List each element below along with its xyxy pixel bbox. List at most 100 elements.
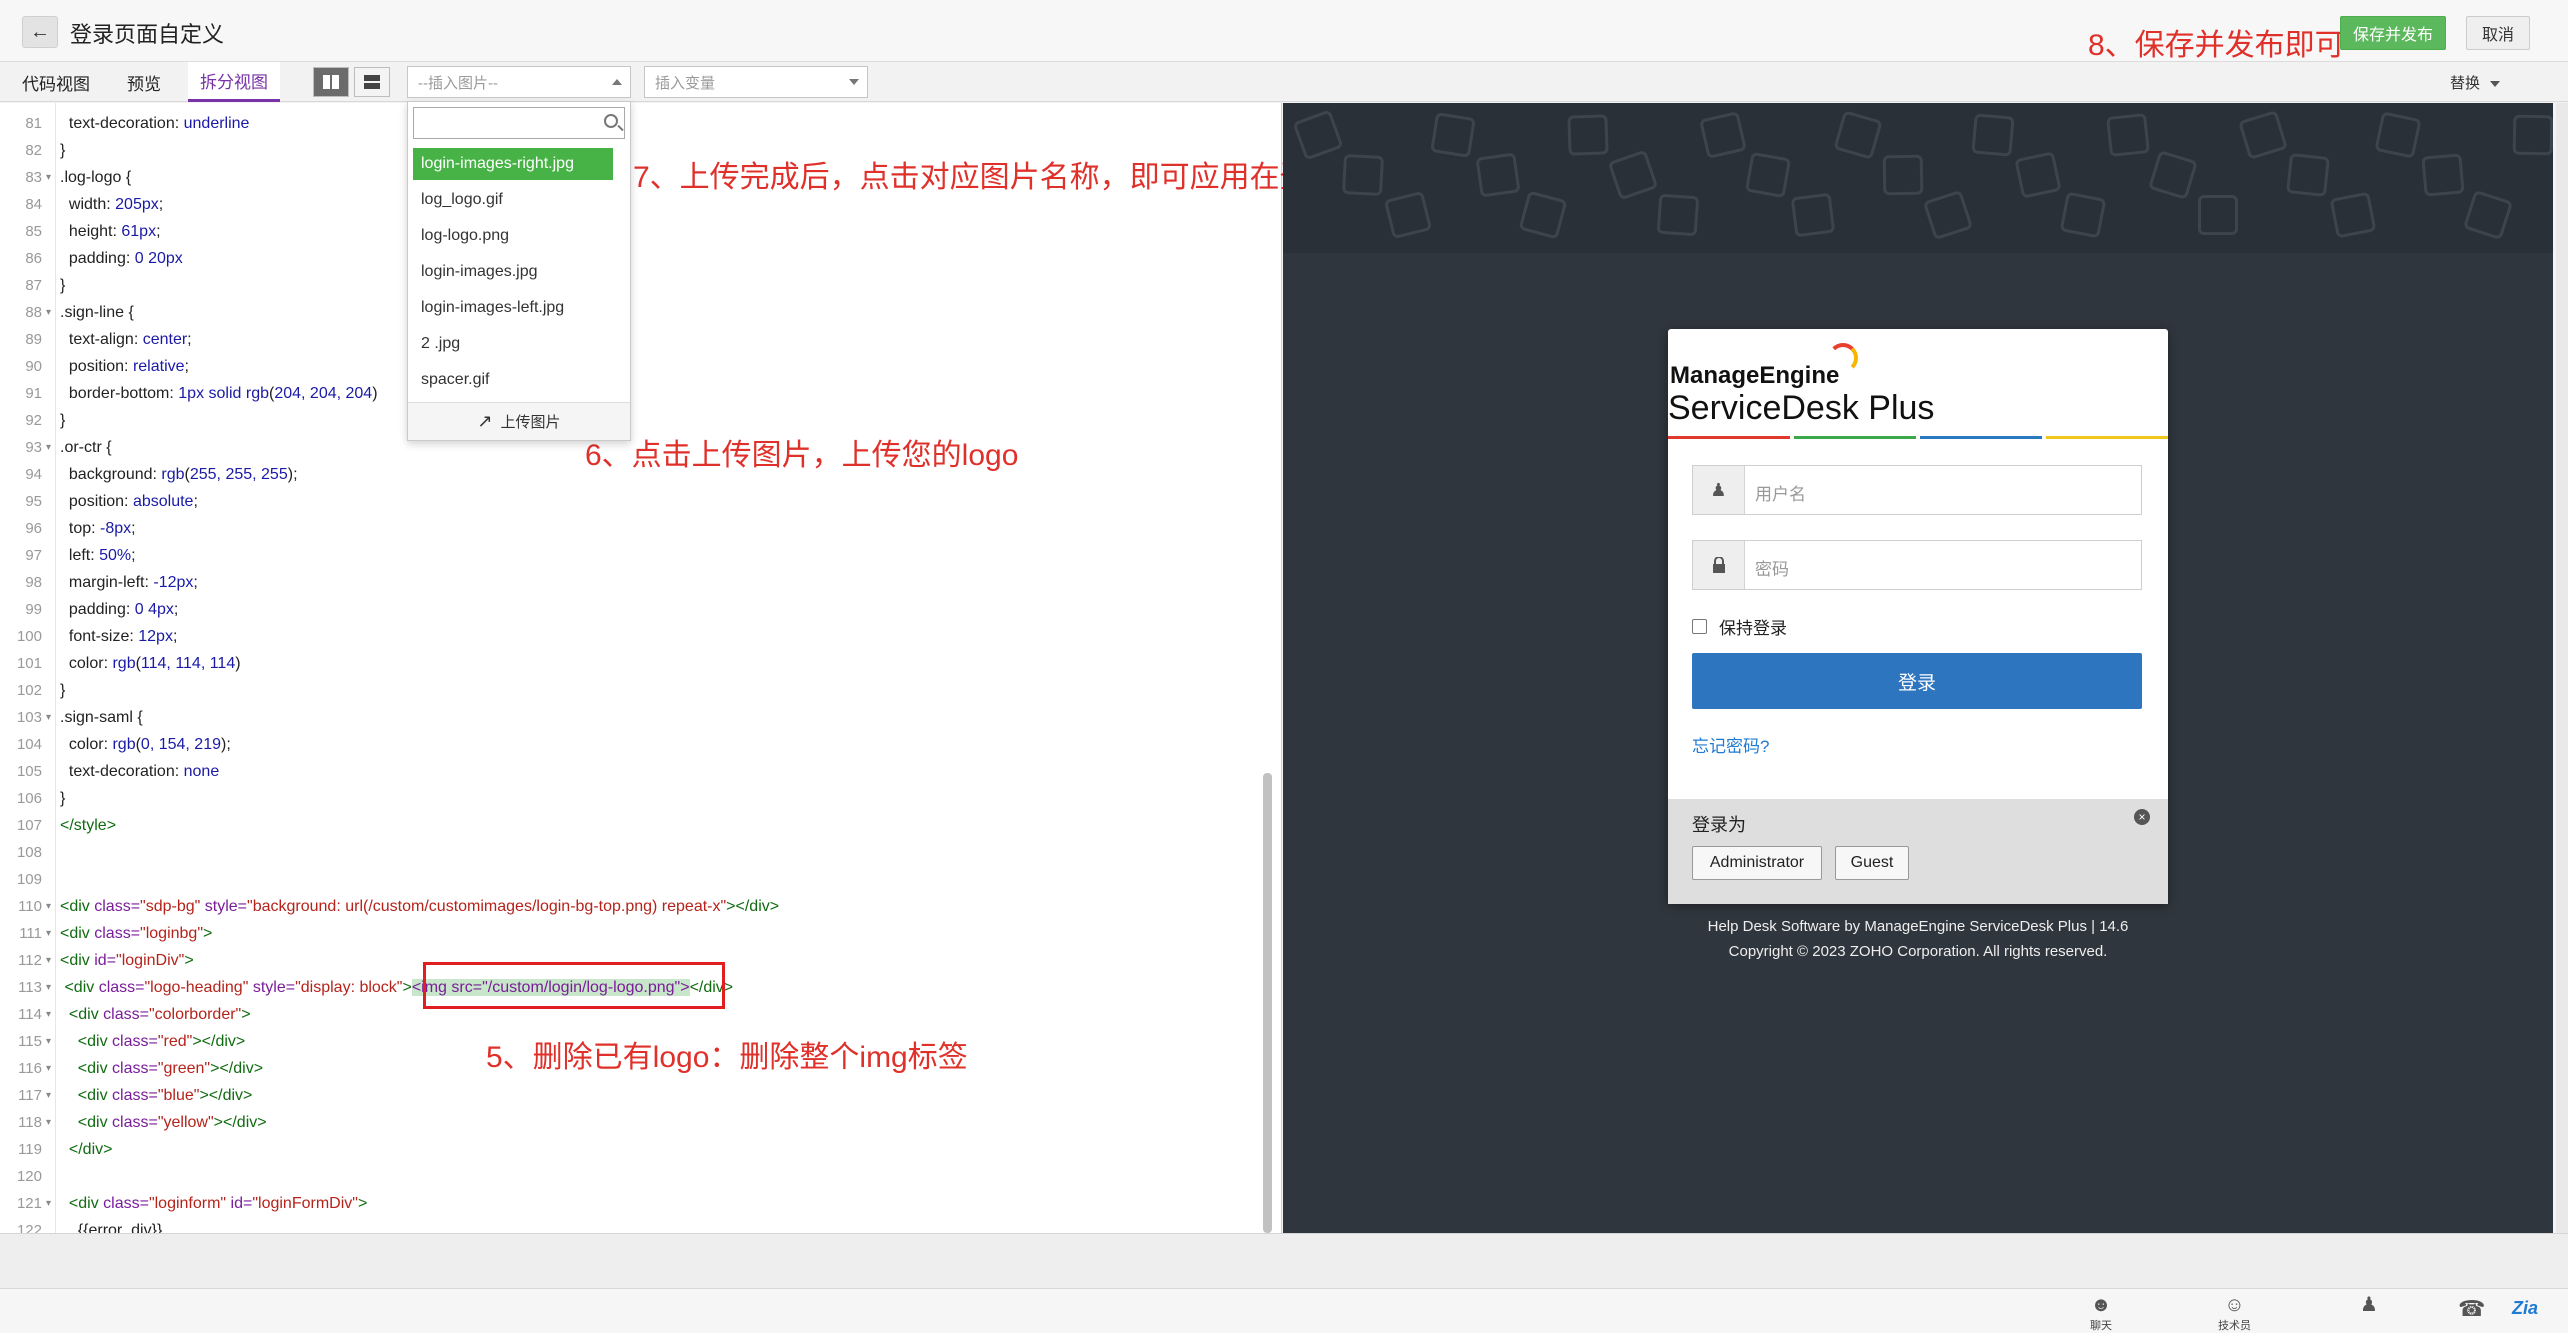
editor-scrollbar[interactable]: [1263, 773, 1272, 1233]
code-line[interactable]: 122 {{error_div}}: [0, 1217, 1262, 1233]
fold-toggle-icon[interactable]: ▾: [46, 974, 51, 1001]
code-line[interactable]: 118 ▾ <div class="yellow"></div>: [0, 1109, 1262, 1136]
code-line[interactable]: 119 </div>: [0, 1136, 1262, 1163]
code-text: <div class="yellow"></div>: [60, 1109, 267, 1136]
code-line[interactable]: 121 ▾ <div class="loginform" id="loginFor…: [0, 1190, 1262, 1217]
code-line[interactable]: 87}: [0, 272, 1262, 299]
code-line[interactable]: 88 ▾ .sign-line {: [0, 299, 1262, 326]
tab-preview[interactable]: 预览: [115, 62, 173, 102]
split-vertical-toggle[interactable]: [313, 67, 349, 97]
image-option[interactable]: spacer.gif: [413, 364, 613, 396]
code-token: class=: [94, 898, 141, 915]
image-option[interactable]: login-images-right.jpg: [413, 148, 613, 180]
fold-toggle-icon[interactable]: ▾: [46, 434, 51, 461]
annotation-step6: 6、点击上传图片，上传您的logo: [585, 439, 1019, 472]
code-line[interactable]: 103 ▾ .sign-saml {: [0, 704, 1262, 731]
caret-down-icon: [849, 79, 859, 85]
remember-checkbox[interactable]: [1692, 619, 1707, 634]
code-token: absolute: [132, 493, 194, 510]
image-search-input[interactable]: [413, 107, 625, 139]
image-option[interactable]: log-logo.png: [413, 220, 613, 252]
code-line[interactable]: 101 color: rgb(114, 114, 114): [0, 650, 1262, 677]
code-line[interactable]: 108: [0, 839, 1262, 866]
fold-toggle-icon[interactable]: ▾: [46, 1001, 51, 1028]
fold-toggle-icon[interactable]: ▾: [46, 1190, 51, 1217]
code-line[interactable]: 85 height: 61px;: [0, 218, 1262, 245]
code-line[interactable]: 100 font-size: 12px;: [0, 623, 1262, 650]
replace-menu[interactable]: 替换: [2450, 72, 2501, 93]
code-line[interactable]: 95 position: absolute;: [0, 488, 1262, 515]
code-line[interactable]: 106}: [0, 785, 1262, 812]
code-line[interactable]: 96 top: -8px;: [0, 515, 1262, 542]
zia-button[interactable]: Zia: [2512, 1298, 2538, 1319]
fold-toggle-icon[interactable]: ▾: [46, 947, 51, 974]
code-text: <div class="loginbg">: [60, 920, 212, 947]
forgot-password-link[interactable]: 忘记密码?: [1692, 732, 1769, 757]
fold-toggle-icon[interactable]: ▾: [46, 893, 51, 920]
image-option[interactable]: login-images.jpg: [413, 256, 613, 288]
code-line[interactable]: 120: [0, 1163, 1262, 1190]
phone-icon[interactable]: ☎: [2458, 1296, 2485, 1322]
image-option[interactable]: login-images-left.jpg: [413, 292, 613, 324]
code-line[interactable]: 90 position: relative;: [0, 353, 1262, 380]
fold-toggle-icon[interactable]: ▾: [46, 299, 51, 326]
cancel-button[interactable]: 取消: [2466, 16, 2530, 50]
code-line[interactable]: 81 text-decoration: underline: [0, 110, 1262, 137]
login-button[interactable]: 登录: [1692, 653, 2142, 709]
fold-toggle-icon[interactable]: ▾: [46, 920, 51, 947]
code-line[interactable]: 111 ▾ <div class="loginbg">: [0, 920, 1262, 947]
code-line[interactable]: 89 text-align: center;: [0, 326, 1262, 353]
code-line[interactable]: 105 text-decoration: none: [0, 758, 1262, 785]
code-line[interactable]: 86 padding: 0 20px: [0, 245, 1262, 272]
username-field[interactable]: ♟ 用户名: [1692, 465, 2142, 515]
login-as-guest[interactable]: Guest: [1835, 846, 1909, 880]
line-number: 105: [16, 763, 42, 780]
status-chat-label: 聊天: [2090, 1320, 2112, 1332]
fold-toggle-icon[interactable]: ▾: [46, 1109, 51, 1136]
code-line[interactable]: 91 border-bottom: 1px solid rgb(204, 204…: [0, 380, 1262, 407]
line-number: 97: [25, 547, 42, 564]
password-field[interactable]: 密码: [1692, 540, 2142, 590]
image-option[interactable]: log_logo.gif: [413, 184, 613, 216]
code-line[interactable]: 99 padding: 0 4px;: [0, 596, 1262, 623]
code-line[interactable]: 110 ▾ <div class="sdp-bg" style="backgroun…: [0, 893, 1262, 920]
pattern-glyph: [1567, 114, 1609, 156]
fold-toggle-icon[interactable]: ▾: [46, 1028, 51, 1055]
insert-image-select[interactable]: --插入图片--: [407, 66, 631, 98]
code-line[interactable]: 107 </style>: [0, 812, 1262, 839]
code-line[interactable]: 109: [0, 866, 1262, 893]
image-option[interactable]: 2 .jpg: [413, 328, 613, 360]
code-line[interactable]: 98 margin-left: -12px;: [0, 569, 1262, 596]
code-token: <div: [77, 1060, 113, 1077]
fold-toggle-icon[interactable]: ▾: [46, 1055, 51, 1082]
close-icon[interactable]: ×: [2134, 809, 2150, 825]
code-line[interactable]: 104 color: rgb(0, 154, 219);: [0, 731, 1262, 758]
status-user[interactable]: ♟: [2360, 1293, 2378, 1317]
fold-toggle-icon[interactable]: ▾: [46, 1082, 51, 1109]
login-as-administrator[interactable]: Administrator: [1692, 846, 1822, 880]
code-token: <div: [68, 1006, 104, 1023]
editor-footer: [0, 1233, 2568, 1288]
split-horizontal-toggle[interactable]: [354, 67, 390, 97]
preview-scrollbar[interactable]: [2556, 103, 2568, 1233]
save-publish-button[interactable]: 保存并发布: [2340, 16, 2446, 50]
upload-image-button[interactable]: ↗ 上传图片: [408, 402, 630, 440]
tab-split-view[interactable]: 拆分视图: [188, 62, 280, 102]
code-line[interactable]: 117 ▾ <div class="blue"></div>: [0, 1082, 1262, 1109]
insert-variable-select[interactable]: 插入变量: [644, 66, 868, 98]
code-line[interactable]: 97 left: 50%;: [0, 542, 1262, 569]
code-token: ;: [184, 358, 189, 375]
color-bar-green: [1794, 436, 1916, 439]
status-technician[interactable]: ☺ 技术员: [2218, 1293, 2251, 1333]
back-button[interactable]: ←: [22, 16, 58, 48]
fold-toggle-icon[interactable]: ▾: [46, 164, 51, 191]
insert-image-dropdown: login-images-right.jpg log_logo.gif log-lo…: [407, 101, 631, 441]
code-line[interactable]: 102}: [0, 677, 1262, 704]
upload-image-label: 上传图片: [500, 414, 561, 431]
fold-toggle-icon[interactable]: ▾: [46, 704, 51, 731]
status-chat[interactable]: ☻ 聊天: [2090, 1293, 2112, 1333]
tab-code-view[interactable]: 代码视图: [10, 62, 102, 102]
remember-me[interactable]: 保持登录: [1692, 614, 1787, 639]
code-text: }: [60, 407, 65, 434]
